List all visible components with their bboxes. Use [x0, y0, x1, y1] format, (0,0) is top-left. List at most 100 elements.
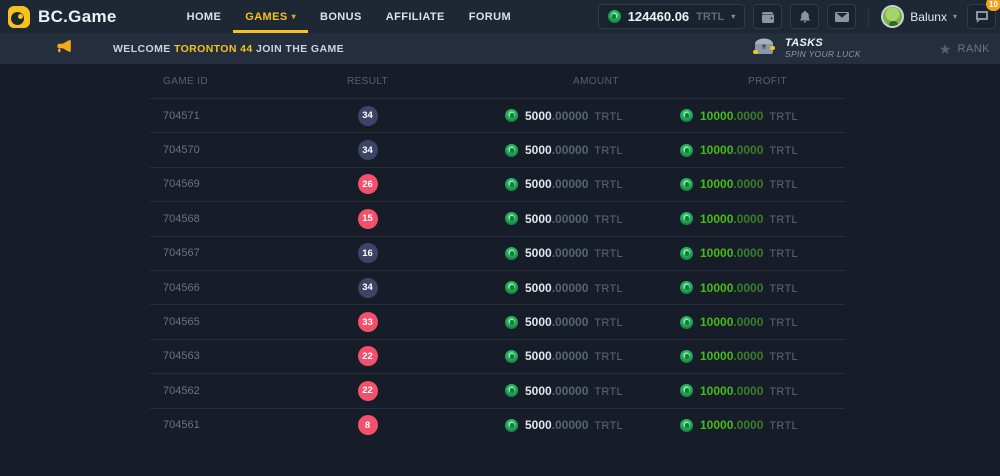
- table-row[interactable]: 704561 8 5000.00000TRTL 10000.0000TRTL: [150, 408, 845, 442]
- profit-currency: TRTL: [769, 214, 798, 226]
- profit-decimals: .0000: [733, 212, 763, 226]
- navbar-right: 124460.06 TRTL ▾ Balunx ▾ 10: [598, 0, 1000, 33]
- trtl-coin-icon: [505, 419, 518, 432]
- result-cell: 15: [300, 209, 435, 229]
- result-badge: 22: [358, 381, 378, 401]
- amount-currency: TRTL: [594, 420, 623, 432]
- table-row[interactable]: 704569 26 5000.00000TRTL 10000.0000TRTL: [150, 167, 845, 201]
- amount-value: 5000: [525, 246, 552, 260]
- result-badge: 8: [358, 415, 378, 435]
- rank-button[interactable]: ★ RANK: [939, 42, 990, 56]
- table-row[interactable]: 704566 34 5000.00000TRTL 10000.0000TRTL: [150, 270, 845, 304]
- amount-cell: 5000.00000TRTL: [435, 382, 665, 400]
- bcgame-logo-icon: [8, 6, 30, 28]
- amount-value: 5000: [525, 212, 552, 226]
- profit-decimals: .0000: [733, 143, 763, 157]
- table-row[interactable]: 704562 22 5000.00000TRTL 10000.0000TRTL: [150, 373, 845, 407]
- trtl-coin-icon: [505, 316, 518, 329]
- table-row[interactable]: 704563 22 5000.00000TRTL 10000.0000TRTL: [150, 339, 845, 373]
- table-row[interactable]: 704565 33 5000.00000TRTL 10000.0000TRTL: [150, 304, 845, 338]
- game-id: 704563: [150, 350, 300, 362]
- amount-currency: TRTL: [594, 283, 623, 295]
- result-badge: 16: [358, 243, 378, 263]
- table-row[interactable]: 704571 34 5000.00000TRTL 10000.0000TRTL: [150, 98, 845, 132]
- welcome-message: WELCOME TORONTON 44 JOIN THE GAME: [113, 43, 344, 55]
- bell-icon: [799, 10, 811, 23]
- amount-cell: 5000.00000TRTL: [435, 347, 665, 365]
- amount-value: 5000: [525, 384, 552, 398]
- chevron-down-icon: ▾: [953, 13, 957, 21]
- trtl-coin-icon: [505, 384, 518, 397]
- profit-currency: TRTL: [769, 145, 798, 157]
- logo[interactable]: BC.Game: [8, 0, 127, 33]
- result-cell: 34: [300, 278, 435, 298]
- star-icon: ★: [939, 42, 952, 56]
- profit-currency: TRTL: [769, 179, 798, 191]
- tasks-button[interactable]: TASKS SPIN YOUR LUCK: [751, 35, 861, 62]
- profit-decimals: .0000: [733, 349, 763, 363]
- nav-item-home[interactable]: HOME: [175, 0, 234, 33]
- trtl-coin-icon: [680, 419, 693, 432]
- wallet-icon: [761, 11, 775, 23]
- avatar: [881, 5, 904, 28]
- trtl-coin-icon: [680, 350, 693, 363]
- profit-decimals: .0000: [733, 246, 763, 260]
- table-row[interactable]: 704568 15 5000.00000TRTL 10000.0000TRTL: [150, 201, 845, 235]
- profit-cell: 10000.0000TRTL: [665, 210, 845, 228]
- trtl-coin-icon: [505, 212, 518, 225]
- welcome-username: TORONTON 44: [174, 43, 253, 55]
- nav-item-affiliate[interactable]: AFFILIATE: [374, 0, 457, 33]
- profit-cell: 10000.0000TRTL: [665, 107, 845, 125]
- messages-button[interactable]: [827, 4, 856, 29]
- amount-currency: TRTL: [594, 111, 623, 123]
- profit-currency: TRTL: [769, 351, 798, 363]
- trtl-coin-icon: [505, 247, 518, 260]
- column-header-profit: PROFIT: [665, 76, 845, 87]
- result-cell: 8: [300, 415, 435, 435]
- profit-currency: TRTL: [769, 111, 798, 123]
- main-nav: HOME GAMES▾ BONUS AFFILIATE FORUM: [175, 0, 523, 33]
- amount-currency: TRTL: [594, 386, 623, 398]
- profit-cell: 10000.0000TRTL: [665, 347, 845, 365]
- profit-decimals: .0000: [733, 384, 763, 398]
- profit-value: 10000: [700, 246, 733, 260]
- amount-decimals: .00000: [552, 349, 589, 363]
- nav-item-games[interactable]: GAMES▾: [233, 0, 308, 33]
- trtl-coin-icon: [680, 316, 693, 329]
- trtl-coin-icon: [680, 281, 693, 294]
- profit-cell: 10000.0000TRTL: [665, 141, 845, 159]
- table-row[interactable]: 704570 34 5000.00000TRTL 10000.0000TRTL: [150, 132, 845, 166]
- amount-decimals: .00000: [552, 177, 589, 191]
- trtl-coin-icon: [505, 281, 518, 294]
- result-cell: 26: [300, 174, 435, 194]
- tasks-subtitle: SPIN YOUR LUCK: [785, 50, 861, 60]
- wallet-button[interactable]: [753, 4, 782, 29]
- trtl-coin-icon: [680, 247, 693, 260]
- user-name: Balunx: [910, 10, 947, 24]
- profit-decimals: .0000: [733, 315, 763, 329]
- amount-currency: TRTL: [594, 145, 623, 157]
- result-cell: 34: [300, 140, 435, 160]
- notifications-button[interactable]: [790, 4, 819, 29]
- profit-cell: 10000.0000TRTL: [665, 382, 845, 400]
- amount-value: 5000: [525, 315, 552, 329]
- table-body: 704571 34 5000.00000TRTL 10000.0000TRTL …: [150, 98, 845, 442]
- amount-currency: TRTL: [594, 317, 623, 329]
- nav-item-forum[interactable]: FORUM: [457, 0, 523, 33]
- amount-cell: 5000.00000TRTL: [435, 313, 665, 331]
- user-menu[interactable]: Balunx ▾: [881, 5, 957, 28]
- profit-cell: 10000.0000TRTL: [665, 279, 845, 297]
- chevron-down-icon: ▾: [292, 13, 296, 21]
- nav-item-bonus[interactable]: BONUS: [308, 0, 374, 33]
- amount-cell: 5000.00000TRTL: [435, 244, 665, 262]
- chat-button[interactable]: 10: [967, 4, 996, 29]
- profit-currency: TRTL: [769, 386, 798, 398]
- logo-text: BC.Game: [38, 7, 117, 27]
- game-id: 704562: [150, 385, 300, 397]
- chat-icon: [975, 11, 989, 23]
- result-badge: 34: [358, 106, 378, 126]
- result-cell: 33: [300, 312, 435, 332]
- column-header-amount: AMOUNT: [435, 76, 665, 87]
- table-row[interactable]: 704567 16 5000.00000TRTL 10000.0000TRTL: [150, 236, 845, 270]
- balance-selector[interactable]: 124460.06 TRTL ▾: [598, 4, 746, 29]
